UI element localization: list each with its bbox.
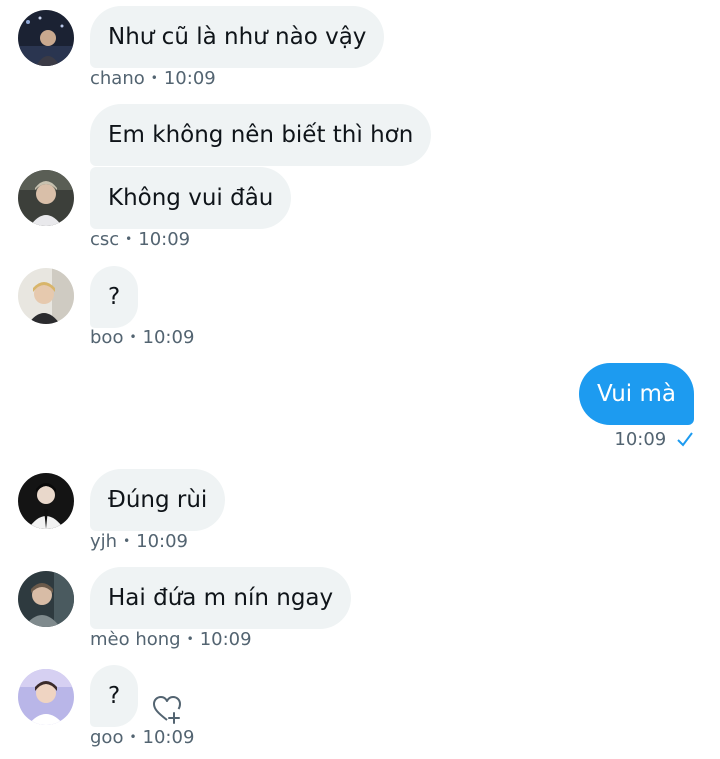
heart-plus-icon-graphic <box>153 696 181 724</box>
sender-name[interactable]: goo <box>90 727 123 748</box>
avatar-goo[interactable] <box>18 669 74 725</box>
message-meta: goo • 10:09 <box>90 727 194 748</box>
avatar-image-csc <box>18 170 74 226</box>
sender-name[interactable]: boo <box>90 327 123 348</box>
message-bubble[interactable]: Hai đứa m nín ngay <box>90 567 352 629</box>
sender-name[interactable]: csc <box>90 229 119 250</box>
avatar-image-boo <box>18 268 74 324</box>
avatar-image-goo <box>18 669 74 725</box>
message-time: 10:09 <box>163 68 216 89</box>
meta-separator: • <box>186 632 194 646</box>
avatar-image-meo-hong <box>18 571 74 627</box>
message-bubble[interactable]: ? <box>90 266 139 328</box>
message-meta: mèo hong • 10:09 <box>90 629 252 650</box>
message-meta: csc • 10:09 <box>90 229 190 250</box>
check-icon <box>677 432 693 447</box>
meta-separator: • <box>129 730 137 744</box>
message-time: 10:09 <box>142 727 195 748</box>
meta-separator: • <box>150 71 158 85</box>
avatar-csc[interactable] <box>18 170 74 226</box>
sent-message-meta: 10:09 <box>614 429 694 450</box>
meta-separator: • <box>123 534 131 548</box>
avatar-image-yjh <box>18 473 74 529</box>
avatar-yjh[interactable] <box>18 473 74 529</box>
sent-message-bubble[interactable]: Vui mà <box>579 363 694 425</box>
message-time: 10:09 <box>142 327 195 348</box>
avatar-chano[interactable] <box>18 10 74 66</box>
meta-separator: • <box>125 232 133 246</box>
message-bubble[interactable]: Không vui đâu <box>90 167 292 229</box>
message-time: 10:09 <box>138 229 191 250</box>
avatar-boo[interactable] <box>18 268 74 324</box>
message-bubble[interactable]: Đúng rùi <box>90 469 226 531</box>
sender-name[interactable]: yjh <box>90 531 117 552</box>
message-time: 10:09 <box>199 629 252 650</box>
heart-plus-icon[interactable] <box>150 692 184 726</box>
avatar-image-chano <box>18 10 74 66</box>
meta-separator: • <box>129 330 137 344</box>
message-bubble[interactable]: ? <box>90 665 139 727</box>
message-bubble[interactable]: Như cũ là như nào vậy <box>90 6 385 68</box>
sender-name[interactable]: mèo hong <box>90 629 181 650</box>
sender-name[interactable]: chano <box>90 68 145 89</box>
message-time: 10:09 <box>136 531 189 552</box>
message-time: 10:09 <box>614 429 667 450</box>
message-meta: yjh • 10:09 <box>90 531 188 552</box>
message-bubble[interactable]: Em không nên biết thì hơn <box>90 104 432 166</box>
avatar-meo-hong[interactable] <box>18 571 74 627</box>
message-meta: chano • 10:09 <box>90 68 216 89</box>
message-meta: boo • 10:09 <box>90 327 194 348</box>
